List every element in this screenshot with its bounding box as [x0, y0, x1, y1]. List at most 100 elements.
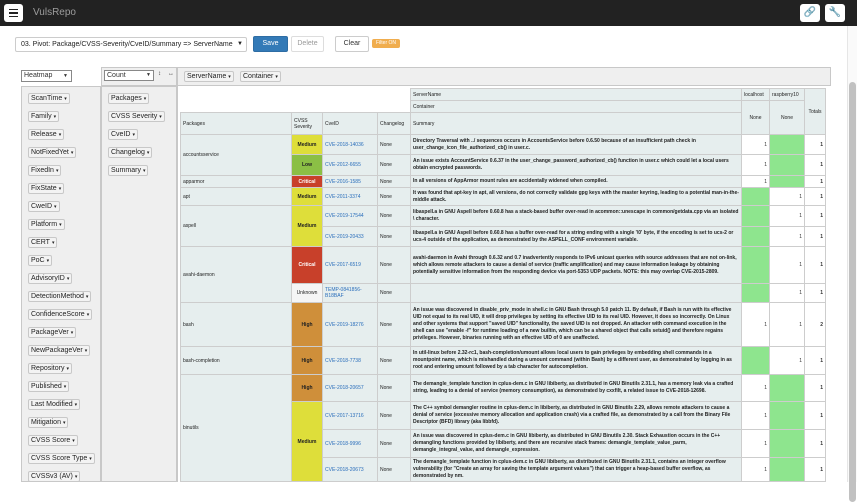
cveid-cell[interactable]: CVE-2011-3374: [322, 187, 378, 206]
unused-attr-family[interactable]: Family ▾: [28, 111, 60, 122]
unused-attr-release[interactable]: Release ▾: [28, 129, 65, 140]
cveid-cell[interactable]: CVE-2018-20657: [322, 374, 378, 402]
cveid-cell[interactable]: CVE-2019-17544: [322, 205, 378, 227]
count-raspberry10: 1: [769, 187, 805, 206]
header-servername: ServerName: [410, 88, 742, 101]
triangle-down-icon[interactable]: ▾: [63, 420, 66, 426]
triangle-down-icon[interactable]: ▾: [75, 402, 78, 408]
triangle-down-icon[interactable]: ▾: [64, 96, 67, 102]
unused-attr-cvssv3-av-[interactable]: CVSSv3 (AV) ▾: [28, 471, 81, 482]
row-attr-packages[interactable]: Packages ▾: [108, 93, 150, 104]
unused-attr-confidencescore[interactable]: ConfidenceScore ▾: [28, 309, 93, 320]
row-total: 1: [804, 374, 826, 402]
unused-attr-published[interactable]: Published ▾: [28, 381, 70, 392]
cveid-cell[interactable]: CVE-2018-9996: [322, 429, 378, 458]
link-icon[interactable]: 🔗: [800, 4, 820, 22]
triangle-down-icon[interactable]: ▾: [85, 348, 88, 354]
triangle-down-icon[interactable]: ▾: [54, 114, 57, 120]
unused-attr-repository[interactable]: Repository ▾: [28, 363, 72, 374]
cveid-cell[interactable]: CVE-2019-20433: [322, 226, 378, 247]
scrollbar-thumb[interactable]: [849, 82, 856, 502]
save-button[interactable]: Save: [253, 36, 288, 52]
menu-icon[interactable]: [4, 4, 23, 22]
triangle-down-icon[interactable]: ▾: [52, 240, 55, 246]
severity-cell: Unknown: [291, 283, 323, 303]
triangle-down-icon[interactable]: ▾: [143, 168, 146, 174]
triangle-down-icon[interactable]: ▾: [75, 474, 78, 480]
unused-attr-scantime[interactable]: ScanTime ▾: [28, 93, 70, 104]
triangle-down-icon[interactable]: ▾: [47, 258, 50, 264]
unused-attr-cweid[interactable]: CweID ▾: [28, 201, 60, 212]
triangle-down-icon[interactable]: ▾: [54, 204, 57, 210]
delete-button[interactable]: Delete: [291, 36, 324, 52]
unused-attr-packagever[interactable]: PackageVer ▾: [28, 327, 77, 338]
attr-label: CVSSv3 (AV): [31, 473, 73, 480]
header-summary[interactable]: Summary: [410, 112, 742, 135]
header-severity[interactable]: CVSS Severity: [291, 112, 323, 135]
triangle-down-icon[interactable]: ▾: [71, 330, 74, 336]
triangle-down-icon[interactable]: ▾: [71, 150, 74, 156]
cveid-cell[interactable]: CVE-2018-20673: [322, 457, 378, 482]
row-attr-summary[interactable]: Summary ▾: [108, 165, 149, 176]
triangle-down-icon[interactable]: ▾: [89, 456, 92, 462]
unused-attr-fixstate[interactable]: FixState ▾: [28, 183, 65, 194]
header-localhost[interactable]: localhost: [741, 88, 770, 101]
row-attr-changelog[interactable]: Changelog ▾: [108, 147, 153, 158]
header-raspberry10[interactable]: raspberry10: [769, 88, 805, 101]
cveid-cell[interactable]: CVE-2017-13716: [322, 401, 378, 430]
unused-attr-cert[interactable]: CERT ▾: [28, 237, 58, 248]
unused-attr-detectionmethod[interactable]: DetectionMethod ▾: [28, 291, 92, 302]
header-changelog[interactable]: Changelog: [377, 112, 411, 135]
severity-cell: Medium: [291, 205, 323, 247]
triangle-down-icon[interactable]: ▾: [59, 222, 62, 228]
unused-attr-mitigation[interactable]: Mitigation ▾: [28, 417, 69, 428]
triangle-down-icon[interactable]: ▾: [132, 132, 135, 138]
triangle-down-icon[interactable]: ▾: [64, 384, 67, 390]
header-cveid[interactable]: CveID: [322, 112, 378, 135]
triangle-down-icon[interactable]: ▾: [66, 366, 69, 372]
col-order-icon[interactable]: ↔: [168, 71, 174, 77]
row-attr-cveid[interactable]: CveID ▾: [108, 129, 138, 140]
unused-attr-last-modified[interactable]: Last Modified ▾: [28, 399, 81, 410]
triangle-down-icon[interactable]: ▾: [67, 276, 70, 282]
unused-attr-cvss-score-type[interactable]: CVSS Score Type ▾: [28, 453, 95, 464]
triangle-down-icon[interactable]: ▾: [275, 74, 278, 80]
cveid-cell[interactable]: CVE-2016-1585: [322, 175, 378, 188]
cveid-cell[interactable]: TEMP-0841856-B18BAF: [322, 283, 378, 303]
renderer-select[interactable]: Heatmap ▼: [21, 70, 72, 82]
triangle-down-icon[interactable]: ▾: [72, 438, 75, 444]
cveid-cell[interactable]: CVE-2019-18276: [322, 302, 378, 347]
unused-attr-platform[interactable]: Platform ▾: [28, 219, 65, 230]
triangle-down-icon[interactable]: ▾: [59, 132, 62, 138]
header-packages[interactable]: Packages: [180, 112, 292, 135]
column-attr-servername[interactable]: ServerName ▾: [184, 71, 234, 82]
row-order-icon[interactable]: ↕: [158, 71, 161, 77]
settings-icon[interactable]: 🔧: [825, 4, 845, 22]
triangle-down-icon[interactable]: ▾: [144, 96, 147, 102]
unused-attr-fixedin[interactable]: FixedIn ▾: [28, 165, 62, 176]
header-totals: Totals: [804, 88, 826, 135]
triangle-down-icon[interactable]: ▾: [59, 186, 62, 192]
cveid-cell[interactable]: CVE-2018-14036: [322, 134, 378, 155]
column-attr-container[interactable]: Container ▾: [240, 71, 281, 82]
unused-attr-cvss-score[interactable]: CVSS Score ▾: [28, 435, 78, 446]
row-attr-cvss-severity[interactable]: CVSS Severity ▾: [108, 111, 165, 122]
unused-attr-poc[interactable]: PoC ▾: [28, 255, 53, 266]
aggregator-select[interactable]: Count ▼: [104, 70, 154, 81]
cveid-cell[interactable]: CVE-2012-6655: [322, 154, 378, 176]
page-scrollbar[interactable]: [847, 26, 857, 502]
count-localhost: 1: [741, 374, 770, 402]
pivot-preset-select[interactable]: 03. Pivot: Package/CVSS-Severity/CveID/S…: [15, 37, 247, 52]
triangle-down-icon[interactable]: ▾: [56, 168, 59, 174]
triangle-down-icon[interactable]: ▾: [87, 312, 90, 318]
unused-attr-notfixedyet[interactable]: NotFixedYet ▾: [28, 147, 77, 158]
clear-button[interactable]: Clear: [335, 36, 369, 52]
unused-attr-advisoryid[interactable]: AdvisoryID ▾: [28, 273, 73, 284]
triangle-down-icon[interactable]: ▾: [159, 114, 162, 120]
unused-attr-newpackagever[interactable]: NewPackageVer ▾: [28, 345, 91, 356]
triangle-down-icon[interactable]: ▾: [86, 294, 89, 300]
triangle-down-icon[interactable]: ▾: [147, 150, 150, 156]
cveid-cell[interactable]: CVE-2017-6519: [322, 246, 378, 284]
triangle-down-icon[interactable]: ▾: [228, 74, 231, 80]
cveid-cell[interactable]: CVE-2018-7738: [322, 346, 378, 375]
